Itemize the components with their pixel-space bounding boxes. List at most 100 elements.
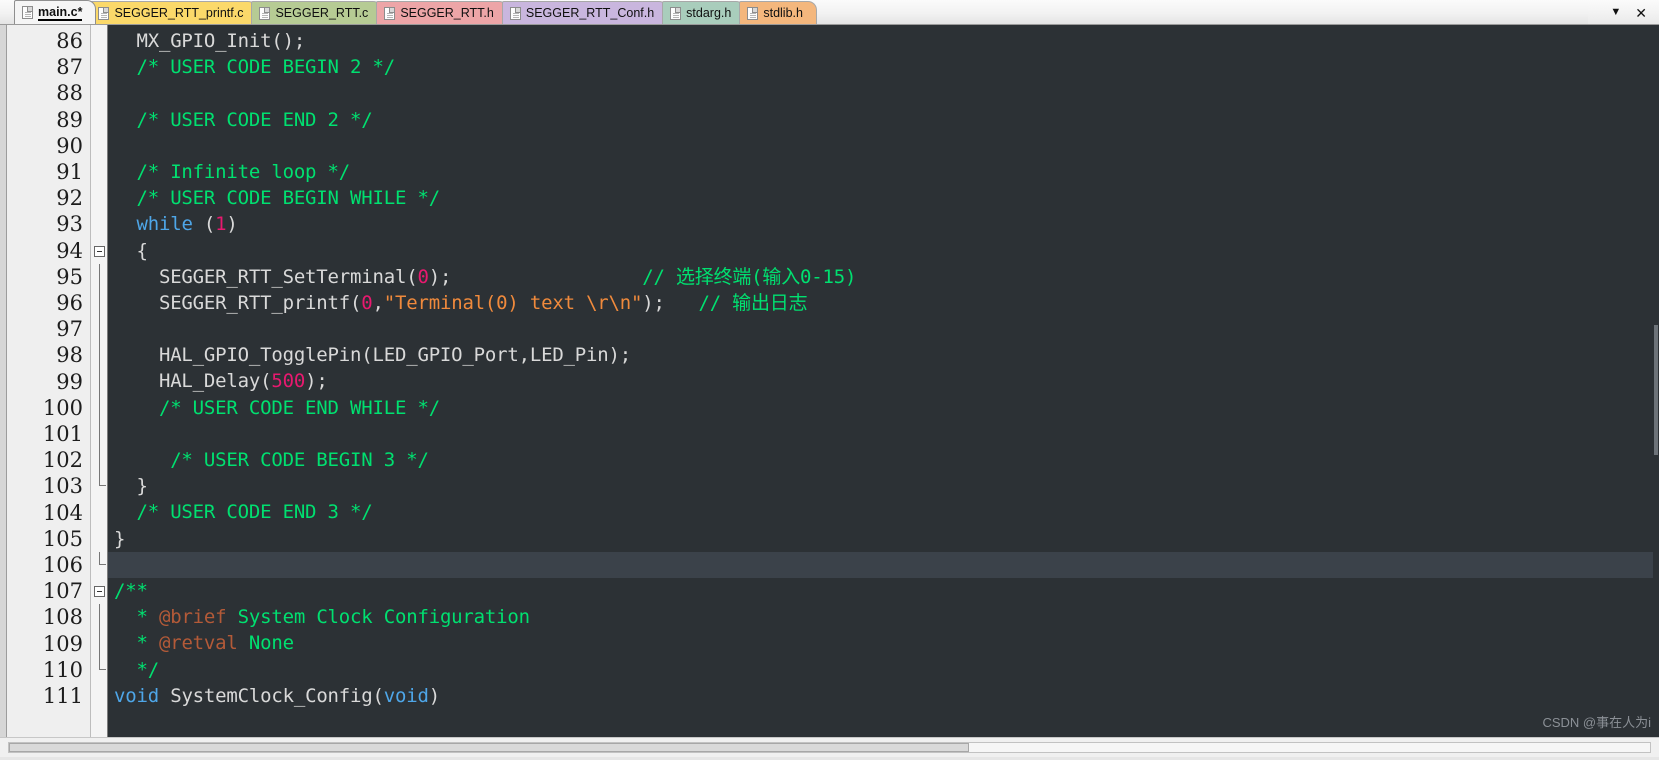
code-line-108[interactable]: * @brief System Clock Configuration bbox=[114, 604, 1659, 630]
fold-collapse-icon[interactable] bbox=[94, 585, 105, 597]
fold-marker-row[interactable] bbox=[91, 316, 107, 343]
vertical-scrollbar-thumb[interactable] bbox=[1654, 325, 1658, 455]
code-token: HAL_GPIO_TogglePin(LED_GPIO_Port,LED_Pin… bbox=[114, 344, 631, 367]
editor-tab-main-c-[interactable]: main.c* bbox=[14, 0, 97, 24]
fold-marker-row[interactable] bbox=[91, 28, 107, 54]
fold-marker-row[interactable] bbox=[91, 447, 107, 474]
line-number: 109 bbox=[42, 631, 83, 656]
fold-marker-row[interactable] bbox=[91, 133, 107, 159]
fold-marker-row[interactable] bbox=[91, 420, 107, 447]
code-line-88[interactable] bbox=[114, 80, 1659, 106]
editor-tab-segger-rtt-h[interactable]: SEGGER_RTT.h bbox=[376, 1, 508, 24]
code-text-area[interactable]: MX_GPIO_Init(); /* USER CODE BEGIN 2 */ … bbox=[108, 25, 1659, 737]
tab-bar-controls: ▼ ✕ bbox=[1588, 0, 1659, 24]
code-line-91[interactable]: /* Infinite loop */ bbox=[114, 159, 1659, 185]
code-line-97[interactable] bbox=[114, 316, 1659, 342]
editor-tab-stdlib-h[interactable]: stdlib.h bbox=[739, 1, 817, 24]
fold-marker-row[interactable] bbox=[91, 54, 107, 80]
fold-marker-row[interactable] bbox=[91, 526, 107, 552]
fold-marker-row[interactable] bbox=[91, 368, 107, 395]
code-line-102[interactable]: /* USER CODE BEGIN 3 */ bbox=[114, 447, 1659, 473]
code-line-105[interactable]: } bbox=[114, 526, 1659, 552]
fold-marker-row[interactable] bbox=[91, 630, 107, 657]
fold-end-marker bbox=[99, 656, 106, 670]
code-token: { bbox=[114, 239, 148, 262]
code-token: * bbox=[114, 632, 159, 655]
code-line-107[interactable]: /** bbox=[114, 578, 1659, 604]
code-token: "Terminal(0) text \r\n" bbox=[383, 291, 643, 314]
code-line-90[interactable] bbox=[114, 133, 1659, 159]
file-icon bbox=[384, 6, 396, 20]
fold-collapse-icon[interactable] bbox=[94, 245, 105, 257]
editor-tab-segger-rtt-c[interactable]: SEGGER_RTT.c bbox=[251, 1, 383, 24]
fold-marker-row[interactable] bbox=[91, 499, 107, 525]
line-number: 90 bbox=[56, 133, 83, 158]
fold-marker-row[interactable] bbox=[91, 238, 107, 264]
fold-marker-row[interactable] bbox=[91, 263, 107, 290]
editor-tab-stdarg-h[interactable]: stdarg.h bbox=[662, 1, 746, 24]
code-token: // 选择终端(输入0-15) bbox=[451, 265, 857, 288]
code-line-93[interactable]: while (1) bbox=[114, 211, 1659, 237]
fold-marker-row[interactable] bbox=[91, 80, 107, 106]
editor-tab-label: SEGGER_RTT.h bbox=[400, 6, 494, 20]
fold-guide-line bbox=[99, 263, 100, 290]
code-folding-column[interactable] bbox=[90, 25, 108, 737]
line-number: 110 bbox=[42, 657, 83, 682]
code-line-98[interactable]: HAL_GPIO_TogglePin(LED_GPIO_Port,LED_Pin… bbox=[114, 342, 1659, 368]
code-token: /* USER CODE BEGIN 2 */ bbox=[114, 56, 395, 79]
line-number: 111 bbox=[42, 684, 83, 709]
editor-tab-segger-rtt-printf-c[interactable]: SEGGER_RTT_printf.c bbox=[90, 1, 258, 24]
line-number: 100 bbox=[42, 395, 83, 420]
chevron-down-icon[interactable]: ▼ bbox=[1610, 7, 1621, 18]
line-number-column: 86 87 88 89 90 91 92 93 94 95 96 97 98 99 100 101 102 103… bbox=[7, 25, 90, 737]
fold-marker-row[interactable] bbox=[91, 185, 107, 211]
horizontal-scrollbar[interactable] bbox=[0, 737, 1659, 757]
code-line-104[interactable]: /* USER CODE END 3 */ bbox=[114, 499, 1659, 525]
code-line-92[interactable]: /* USER CODE BEGIN WHILE */ bbox=[114, 185, 1659, 211]
code-line-109[interactable]: * @retval None bbox=[114, 630, 1659, 656]
code-line-96[interactable]: SEGGER_RTT_printf(0,"Terminal(0) text \r… bbox=[114, 290, 1659, 316]
code-token: 500 bbox=[271, 370, 306, 393]
fold-marker-row[interactable] bbox=[91, 473, 107, 499]
code-line-101[interactable] bbox=[114, 421, 1659, 447]
fold-marker-row[interactable] bbox=[91, 394, 107, 421]
horizontal-scrollbar-track[interactable] bbox=[8, 742, 1651, 753]
fold-marker-row[interactable] bbox=[91, 551, 107, 578]
fold-marker-row[interactable] bbox=[91, 578, 107, 604]
code-line-99[interactable]: HAL_Delay(500); bbox=[114, 368, 1659, 394]
fold-marker-row[interactable] bbox=[91, 656, 107, 683]
code-line-89[interactable]: /* USER CODE END 2 */ bbox=[114, 107, 1659, 133]
code-token: ); bbox=[305, 370, 328, 393]
fold-marker-row[interactable] bbox=[91, 211, 107, 237]
fold-marker-row[interactable] bbox=[91, 683, 107, 709]
code-line-106[interactable] bbox=[108, 551, 1659, 578]
close-icon[interactable]: ✕ bbox=[1635, 6, 1647, 20]
line-number: 89 bbox=[56, 107, 83, 132]
code-line-87[interactable]: /* USER CODE BEGIN 2 */ bbox=[114, 54, 1659, 80]
fold-guide-line bbox=[99, 342, 100, 369]
fold-marker-row[interactable] bbox=[91, 604, 107, 631]
fold-marker-row[interactable] bbox=[91, 107, 107, 133]
editor-tab-label: SEGGER_RTT_printf.c bbox=[114, 6, 244, 20]
code-line-100[interactable]: /* USER CODE END WHILE */ bbox=[114, 395, 1659, 421]
gutter-left-edge bbox=[0, 25, 7, 737]
line-number: 108 bbox=[42, 605, 83, 630]
code-editor[interactable]: 86 87 88 89 90 91 92 93 94 95 96 97 98 99 100 101 102 103… bbox=[0, 25, 1659, 737]
code-token: /* USER CODE END 3 */ bbox=[114, 501, 373, 524]
horizontal-scrollbar-thumb[interactable] bbox=[9, 743, 969, 752]
fold-marker-row[interactable] bbox=[91, 289, 107, 317]
fold-marker-row[interactable] bbox=[91, 159, 107, 185]
vertical-scrollbar[interactable] bbox=[1653, 25, 1659, 737]
code-line-86[interactable]: MX_GPIO_Init(); bbox=[114, 28, 1659, 54]
fold-marker-row[interactable] bbox=[91, 342, 107, 369]
editor-tab-label: main.c* bbox=[38, 4, 83, 21]
code-line-103[interactable]: } bbox=[114, 473, 1659, 499]
code-line-94[interactable]: { bbox=[114, 238, 1659, 264]
editor-tab-segger-rtt-conf-h[interactable]: SEGGER_RTT_Conf.h bbox=[501, 1, 669, 24]
line-number: 86 bbox=[56, 29, 83, 53]
code-line-111[interactable]: void SystemClock_Config(void) bbox=[114, 683, 1659, 709]
code-line-110[interactable]: */ bbox=[114, 657, 1659, 683]
line-number: 94 bbox=[56, 238, 83, 263]
code-line-95[interactable]: SEGGER_RTT_SetTerminal(0); // 选择终端(输入0-1… bbox=[114, 264, 1659, 290]
